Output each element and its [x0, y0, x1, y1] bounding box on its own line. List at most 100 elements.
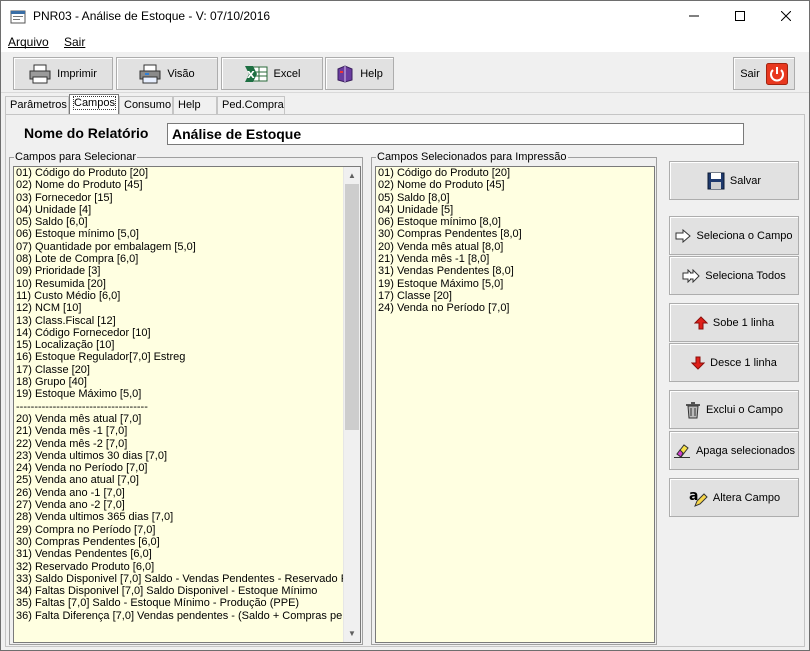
list-item[interactable]: 09) Prioridade [3] — [14, 265, 360, 277]
seleciona-todos-button[interactable]: Seleciona Todos — [669, 256, 799, 295]
seleciona-campo-button[interactable]: Seleciona o Campo — [669, 216, 799, 255]
help-book-icon — [337, 64, 353, 83]
list-item[interactable]: 24) Venda no Período [7,0] — [376, 302, 654, 314]
list-item[interactable]: 36) Falta Diferença [7,0] Vendas pendent… — [14, 610, 360, 622]
list-item[interactable]: 05) Saldo [6,0] — [14, 216, 360, 228]
list-item[interactable]: 24) Venda no Período [7,0] — [14, 462, 360, 474]
sobe-button[interactable]: Sobe 1 linha — [669, 303, 799, 342]
altera-campo-button[interactable]: a Altera Campo — [669, 478, 799, 517]
list-item[interactable]: 03) Fornecedor [15] — [14, 192, 360, 204]
list-item[interactable]: 34) Faltas Disponivel [7,0] Saldo Dispon… — [14, 585, 360, 597]
list-item[interactable]: 02) Nome do Produto [45] — [376, 179, 654, 191]
list-item[interactable]: 16) Estoque Regulador[7,0] Estreg — [14, 351, 360, 363]
available-scrollbar[interactable]: ▲ ▼ — [343, 167, 360, 642]
apaga-selecionados-label: Apaga selecionados — [695, 444, 796, 457]
list-item[interactable]: 31) Vendas Pendentes [8,0] — [376, 265, 654, 277]
list-item[interactable]: 29) Compra no Período [7,0] — [14, 524, 360, 536]
exclui-campo-button[interactable]: Exclui o Campo — [669, 390, 799, 429]
list-item[interactable]: 04) Unidade [5] — [376, 204, 654, 216]
selected-fields-list[interactable]: 01) Código do Produto [20] 02) Nome do Pr… — [375, 166, 655, 643]
menu-sair-label: Sair — [64, 35, 86, 49]
close-button[interactable] — [763, 1, 809, 32]
list-item[interactable]: 18) Grupo [40] — [14, 376, 360, 388]
list-item[interactable]: 23) Venda ultimos 30 dias [7,0] — [14, 450, 360, 462]
list-item[interactable]: 14) Código Fornecedor [10] — [14, 327, 360, 339]
list-item[interactable]: 15) Localização [10] — [14, 339, 360, 351]
list-item[interactable]: 05) Saldo [8,0] — [376, 192, 654, 204]
trash-icon — [685, 401, 700, 418]
sair-label: Sair — [740, 67, 760, 80]
available-items: 01) Código do Produto [20] 02) Nome do Pr… — [14, 167, 360, 622]
list-item[interactable]: 11) Custo Médio [6,0] — [14, 290, 360, 302]
apaga-selecionados-button[interactable]: Apaga selecionados — [669, 431, 799, 470]
report-name-input[interactable]: Análise de Estoque — [167, 123, 744, 145]
help-button[interactable]: Help — [325, 57, 394, 90]
scroll-thumb[interactable] — [345, 184, 359, 430]
maximize-button[interactable] — [717, 1, 763, 32]
list-item[interactable]: 08) Lote de Compra [6,0] — [14, 253, 360, 265]
list-item[interactable]: 19) Estoque Máximo [5,0] — [14, 388, 360, 400]
tab-ped-compra[interactable]: Ped.Compra — [217, 96, 285, 114]
list-item[interactable]: 17) Classe [20] — [14, 364, 360, 376]
list-item[interactable]: 32) Reservado Produto [6,0] — [14, 561, 360, 573]
tab-campos[interactable]: Campos — [69, 94, 119, 114]
sair-button[interactable]: Sair — [733, 57, 795, 90]
available-fields-list[interactable]: 01) Código do Produto [20] 02) Nome do Pr… — [13, 166, 361, 643]
excel-button[interactable]: X Excel — [221, 57, 323, 90]
exclui-campo-label: Exclui o Campo — [705, 403, 784, 416]
app-icon — [10, 10, 26, 24]
list-item[interactable]: 28) Venda ultimos 365 dias [7,0] — [14, 511, 360, 523]
print-preview-icon — [139, 64, 161, 83]
list-item[interactable]: 06) Estoque mínimo [8,0] — [376, 216, 654, 228]
seleciona-campo-label: Seleciona o Campo — [696, 229, 793, 242]
menu-sair[interactable]: Sair — [64, 35, 85, 49]
imprimir-button[interactable]: Imprimir — [13, 57, 113, 90]
list-item[interactable]: 30) Compras Pendentes [6,0] — [14, 536, 360, 548]
list-item[interactable]: 07) Quantidade por embalagem [5,0] — [14, 241, 360, 253]
tab-parametros[interactable]: Parâmetros — [5, 96, 69, 114]
list-item[interactable]: 01) Código do Produto [20] — [376, 167, 654, 179]
window-title: PNR03 - Análise de Estoque - V: 07/10/20… — [33, 9, 271, 23]
close-icon — [780, 10, 792, 22]
list-item[interactable]: 25) Venda ano atual [7,0] — [14, 474, 360, 486]
campos-panel: Nome do Relatório Análise de Estoque Cam… — [5, 114, 805, 647]
list-item[interactable]: 13) Class.Fiscal [12] — [14, 315, 360, 327]
arrow-up-icon — [693, 315, 708, 329]
title-bar[interactable]: PNR03 - Análise de Estoque - V: 07/10/20… — [1, 1, 809, 32]
menu-arquivo[interactable]: Arquivo — [8, 35, 49, 49]
list-item[interactable]: 17) Classe [20] — [376, 290, 654, 302]
desce-button[interactable]: Desce 1 linha — [669, 343, 799, 382]
list-item[interactable]: 31) Vendas Pendentes [6,0] — [14, 548, 360, 560]
list-item[interactable]: 04) Unidade [4] — [14, 204, 360, 216]
list-item[interactable]: 33) Saldo Disponivel [7,0] Saldo - Venda… — [14, 573, 360, 585]
list-item[interactable]: 22) Venda mês -2 [7,0] — [14, 438, 360, 450]
help-label: Help — [360, 67, 383, 80]
scroll-up-icon[interactable]: ▲ — [344, 167, 360, 184]
salvar-button[interactable]: Salvar — [669, 161, 799, 200]
tab-help[interactable]: Help — [173, 96, 217, 114]
list-item[interactable]: 26) Venda ano -1 [7,0] — [14, 487, 360, 499]
minimize-button[interactable] — [671, 1, 717, 32]
scroll-down-icon[interactable]: ▼ — [344, 625, 360, 642]
list-item[interactable]: ------------------------------------ — [14, 401, 360, 413]
list-item[interactable]: 27) Venda ano -2 [7,0] — [14, 499, 360, 511]
menu-arquivo-label: Arquivo — [8, 35, 49, 49]
desce-label: Desce 1 linha — [710, 356, 777, 369]
selected-items: 01) Código do Produto [20] 02) Nome do Pr… — [376, 167, 654, 315]
list-item[interactable]: 02) Nome do Produto [45] — [14, 179, 360, 191]
list-item[interactable]: 20) Venda mês atual [8,0] — [376, 241, 654, 253]
list-item[interactable]: 06) Estoque mínimo [5,0] — [14, 228, 360, 240]
list-item[interactable]: 10) Resumida [20] — [14, 278, 360, 290]
available-fields-group: Campos para Selecionar 01) Código do Pro… — [9, 151, 363, 645]
list-item[interactable]: 20) Venda mês atual [7,0] — [14, 413, 360, 425]
tab-consumo[interactable]: Consumo — [119, 96, 173, 114]
list-item[interactable]: 21) Venda mês -1 [7,0] — [14, 425, 360, 437]
list-item[interactable]: 01) Código do Produto [20] — [14, 167, 360, 179]
list-item[interactable]: 12) NCM [10] — [14, 302, 360, 314]
imprimir-label: Imprimir — [57, 67, 97, 80]
visao-button[interactable]: Visão — [116, 57, 218, 90]
list-item[interactable]: 30) Compras Pendentes [8,0] — [376, 228, 654, 240]
list-item[interactable]: 35) Faltas [7,0] Saldo - Estoque Mínimo … — [14, 597, 360, 609]
list-item[interactable]: 21) Venda mês -1 [8,0] — [376, 253, 654, 265]
list-item[interactable]: 19) Estoque Máximo [5,0] — [376, 278, 654, 290]
